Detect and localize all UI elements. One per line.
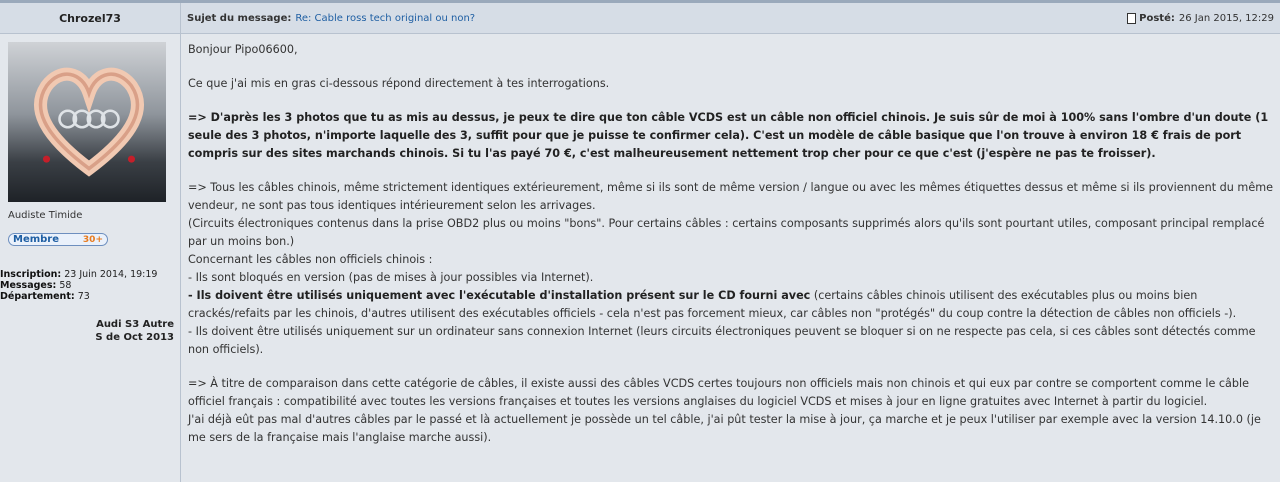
badge-label: Membre [13,234,60,245]
document-icon[interactable] [1127,12,1137,24]
subject-label: Sujet du message: [187,12,292,24]
author-car: Audi S3 Autre S de Oct 2013 [95,318,174,344]
cables-item-2: - Ils doivent être utilisés uniquement a… [188,287,1274,323]
intro-text: Ce que j'ai mis en gras ci-dessous répon… [188,77,610,90]
post-header: Sujet du message: Re: Cable ross tech or… [181,3,1280,34]
cables-item-2-bold: - Ils doivent être utilisés uniquement a… [188,289,811,302]
forum-post: Chrozel73 Sujet du message: Re: Cable ro… [0,0,1280,482]
cables-intro: => Tous les câbles chinois, même stricte… [188,181,1273,212]
comparison-experience: J'ai déjà eût pas mal d'autres câbles pa… [188,413,1261,444]
author-name[interactable]: Chrozel73 [59,12,121,25]
greeting: Bonjour Pipo06600, [188,43,298,56]
author-sidebar: Audiste Timide Membre 30+ Inscription: 2… [0,34,181,482]
author-stats: Inscription: 23 Juin 2014, 19:19 Message… [0,269,157,302]
paragraph-comparison: => À titre de comparaison dans cette cat… [188,375,1274,447]
stat-departement: Département: 73 [0,291,90,302]
member-badge: Membre 30+ [8,233,108,246]
posted-label: Posté: [1139,12,1175,24]
badge-level: 30+ [82,234,103,245]
bold-answer: => D'après les 3 photos que tu as mis au… [188,111,1269,160]
comparison-text: => À titre de comparaison dans cette cat… [188,377,1250,408]
author-name-header[interactable]: Chrozel73 [0,3,181,34]
stat-messages: Messages: 58 [0,280,72,291]
posted-info: Posté: 26 Jan 2015, 12:29 [1127,3,1274,33]
car-line-2: S de Oct 2013 [95,332,174,343]
paragraph-cables: => Tous les câbles chinois, même stricte… [188,179,1274,359]
post-body: Bonjour Pipo06600, Ce que j'ai mis en gr… [188,41,1274,463]
avatar [8,42,166,202]
heart-hands-image [34,67,144,177]
stat-inscription: Inscription: 23 Juin 2014, 19:19 [0,269,158,280]
cables-item-1: - Ils sont bloqués en version (pas de mi… [188,271,594,284]
cables-list-heading: Concernant les câbles non officiels chin… [188,253,433,266]
subject-link[interactable]: Re: Cable ross tech original ou non? [295,13,475,24]
posted-date: 26 Jan 2015, 12:29 [1178,12,1274,24]
user-rank: Audiste Timide [8,210,83,221]
car-line-1: Audi S3 Autre [96,319,174,330]
cables-circuits: (Circuits électroniques contenus dans la… [188,217,1265,248]
cables-item-3: - Ils doivent être utilisés uniquement s… [188,325,1256,356]
